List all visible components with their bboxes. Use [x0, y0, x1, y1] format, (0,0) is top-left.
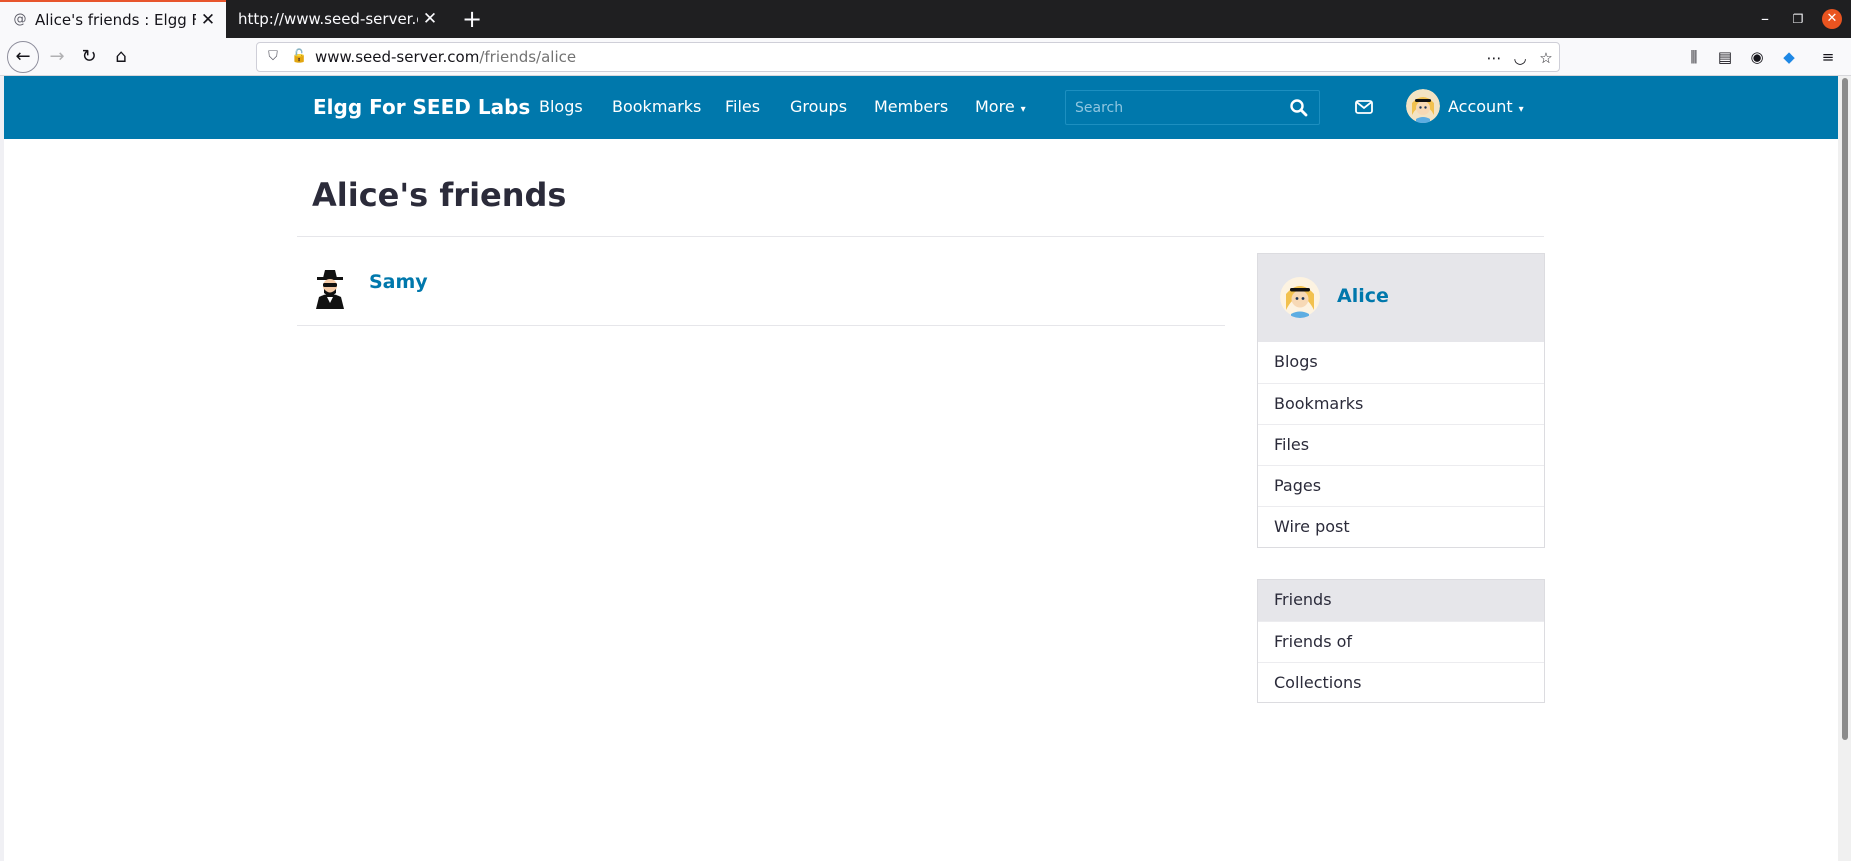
extension-icon[interactable]: ◆	[1777, 45, 1801, 69]
friend-name-link[interactable]: Samy	[369, 271, 428, 293]
filter-item-friends-of[interactable]: Friends of	[1258, 621, 1544, 662]
sidebar-item-wire-post[interactable]: Wire post	[1258, 506, 1544, 547]
insecure-lock-icon[interactable]: 🔓	[291, 49, 307, 65]
browser-tab-active[interactable]: @ Alice's friends : Elgg For SEED Labs ✕	[0, 0, 226, 38]
browser-tab-inactive[interactable]: http://www.seed-server.com ✕	[228, 0, 448, 38]
owner-header: Alice	[1258, 254, 1544, 342]
menu-item-more[interactable]: More ▾	[975, 97, 1026, 116]
more-label: More	[975, 97, 1015, 116]
scrollbar-thumb[interactable]	[1842, 78, 1848, 740]
url-host: www.seed-server.com	[315, 48, 480, 66]
url-text[interactable]: www.seed-server.com/friends/alice	[315, 48, 576, 66]
restore-icon[interactable]: ❐	[1784, 5, 1812, 33]
page-scrollbar[interactable]	[1838, 76, 1851, 861]
url-bar[interactable]: ⛉ 🔓 www.seed-server.com/friends/alice ⋯ …	[256, 42, 1560, 72]
menu-item-blogs[interactable]: Blogs	[539, 97, 583, 116]
library-icon[interactable]: ⫼	[1682, 45, 1706, 69]
browser-tab-bar: @ Alice's friends : Elgg For SEED Labs ✕…	[0, 0, 1851, 38]
close-tab-icon[interactable]: ✕	[418, 9, 442, 29]
reload-icon[interactable]: ↻	[74, 42, 104, 72]
elgg-favicon-icon: @	[13, 12, 27, 27]
close-tab-icon[interactable]: ✕	[196, 10, 220, 30]
title-divider	[297, 236, 1544, 237]
account-menu[interactable]: Account ▾	[1448, 97, 1524, 116]
browser-nav-bar: ← → ↻ ⌂ ⛉ 🔓 www.seed-server.com/friends/…	[0, 38, 1851, 76]
mail-icon[interactable]	[1354, 98, 1374, 116]
pocket-icon[interactable]: ◡	[1509, 47, 1531, 69]
sidebar-item-pages[interactable]: Pages	[1258, 465, 1544, 506]
site-topbar: Elgg For SEED Labs Blogs Bookmarks Files…	[4, 76, 1838, 139]
sidebar-item-bookmarks[interactable]: Bookmarks	[1258, 383, 1544, 424]
list-item: Samy	[297, 255, 1225, 326]
chevron-down-icon: ▾	[1518, 104, 1524, 115]
owner-block: Alice Blogs Bookmarks Files Pages Wire p…	[1257, 253, 1545, 548]
account-icon[interactable]: ◉	[1745, 45, 1769, 69]
sidebar-item-blogs[interactable]: Blogs	[1258, 342, 1544, 383]
site-brand[interactable]: Elgg For SEED Labs	[313, 95, 530, 119]
avatar[interactable]	[1280, 276, 1320, 318]
search-input[interactable]	[1066, 91, 1281, 124]
tab-title: http://www.seed-server.com	[238, 10, 418, 28]
search-field[interactable]	[1065, 90, 1320, 125]
menu-item-members[interactable]: Members	[874, 97, 948, 116]
forward-arrow-icon[interactable]: →	[42, 42, 72, 72]
page-content	[0, 76, 1851, 861]
home-icon[interactable]: ⌂	[106, 42, 136, 72]
sidebar-item-files[interactable]: Files	[1258, 424, 1544, 465]
bookmark-star-icon[interactable]: ☆	[1535, 47, 1557, 69]
account-label: Account	[1448, 97, 1513, 116]
filter-item-collections[interactable]: Collections	[1258, 662, 1544, 703]
avatar[interactable]	[313, 269, 347, 309]
new-tab-icon[interactable]: +	[456, 3, 488, 35]
url-path: /friends/alice	[479, 48, 577, 66]
menu-icon[interactable]: ≡	[1816, 45, 1840, 69]
page-title: Alice's friends	[312, 176, 567, 214]
filter-item-friends[interactable]: Friends	[1258, 580, 1544, 621]
chevron-down-icon: ▾	[1020, 104, 1026, 115]
back-arrow-icon[interactable]: ←	[7, 41, 39, 73]
owner-name-link[interactable]: Alice	[1337, 285, 1389, 307]
avatar[interactable]	[1406, 89, 1440, 123]
menu-item-groups[interactable]: Groups	[790, 97, 847, 116]
friends-filter-menu: Friends Friends of Collections	[1257, 579, 1545, 703]
minimize-icon[interactable]: –	[1751, 5, 1779, 33]
tab-title: Alice's friends : Elgg For SEED Labs	[35, 11, 196, 29]
close-window-icon[interactable]: ✕	[1822, 9, 1842, 29]
shield-icon[interactable]: ⛉	[265, 49, 281, 65]
more-actions-icon[interactable]: ⋯	[1483, 47, 1505, 69]
search-icon[interactable]	[1289, 98, 1309, 118]
menu-item-files[interactable]: Files	[725, 97, 760, 116]
menu-item-bookmarks[interactable]: Bookmarks	[612, 97, 701, 116]
sidebar-icon[interactable]: ▤	[1713, 45, 1737, 69]
